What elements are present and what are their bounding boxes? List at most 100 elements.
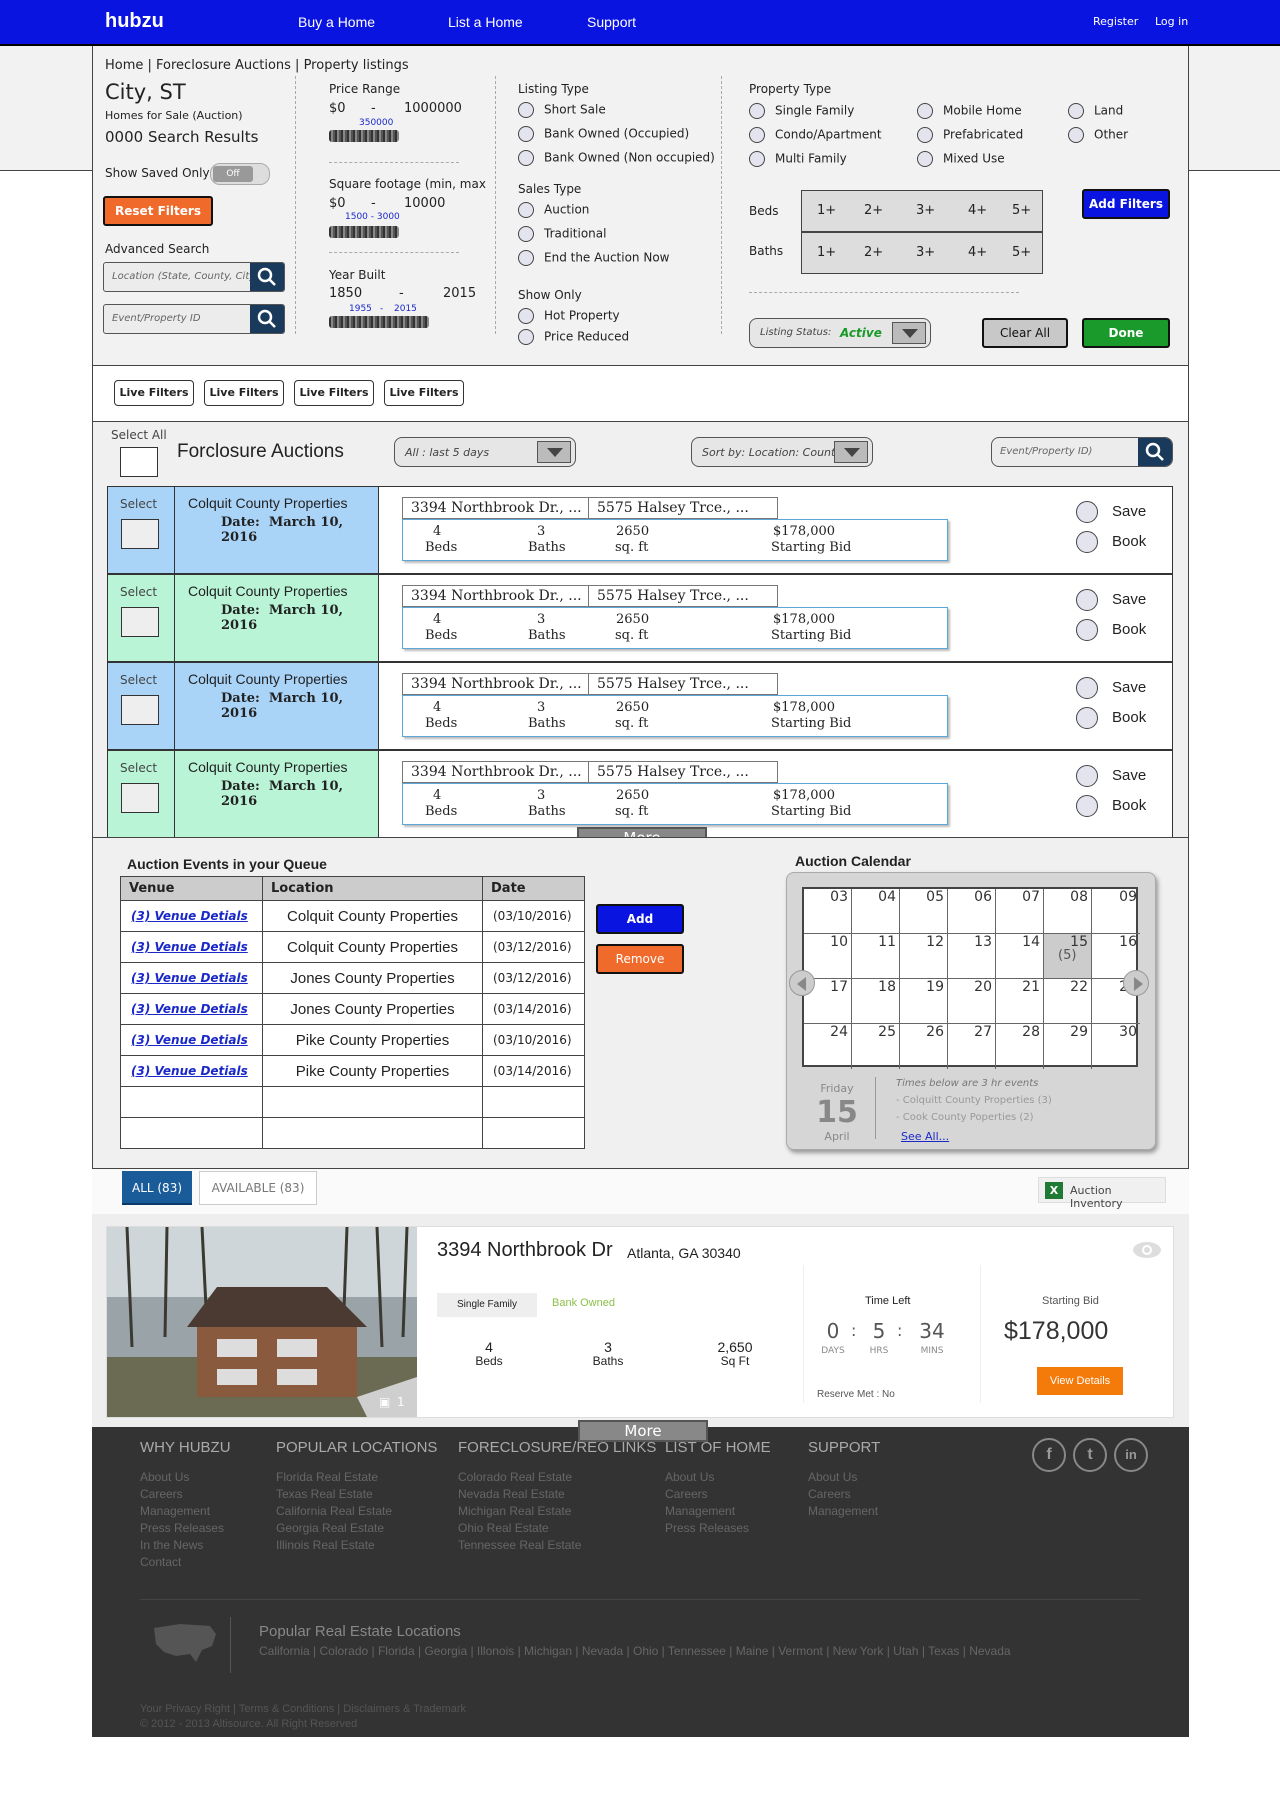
footer-link[interactable]: About Us [665,1469,749,1486]
select-all-checkbox[interactable] [120,447,158,477]
checkbox[interactable] [518,102,534,118]
book-checkbox[interactable] [1076,531,1098,553]
footer-link[interactable]: Ohio Real Estate [458,1520,581,1537]
calendar-day[interactable]: 22 [1044,979,1092,1024]
calendar-next-icon[interactable] [1123,970,1149,996]
save-option[interactable]: Save [1076,677,1146,699]
sqft-slider[interactable] [329,226,399,238]
save-checkbox[interactable] [1076,677,1098,699]
event-id-search[interactable]: Event/Property ID [103,304,285,334]
row-checkbox[interactable] [121,519,159,549]
address-bar[interactable]: 3394 Northbrook Dr., ... 5575 Halsey Trc… [402,497,778,519]
year-slider[interactable] [329,316,429,328]
footer-link[interactable]: About Us [808,1469,878,1486]
calendar-day[interactable]: 27 [948,1024,996,1069]
county-name[interactable]: Colquit County Properties [188,759,348,775]
calendar-day[interactable]: 29 [1044,1024,1092,1069]
address-2[interactable]: 5575 Halsey Trce., ... [588,497,749,519]
table-row[interactable]: (3) Venue Detials Jones County Propertie… [120,962,585,994]
save-option[interactable]: Save [1076,501,1146,523]
checkbox[interactable] [518,329,534,345]
address-bar[interactable]: 3394 Northbrook Dr., ... 5575 Halsey Trc… [402,673,778,695]
search-icon[interactable] [250,263,284,291]
chevron-down-icon[interactable] [537,441,571,463]
ptype-single-family[interactable]: Single Family [749,103,854,119]
property-card[interactable]: ▣ 1 3394 Northbrook Dr Atlanta, GA 30340… [106,1226,1174,1418]
live-filter-button[interactable]: Live Filters [204,380,284,406]
checkbox[interactable] [917,151,933,167]
linkedin-icon[interactable]: in [1114,1438,1148,1472]
footer-link[interactable]: Press Releases [665,1520,749,1537]
listing-type-short-sale[interactable]: Short Sale [518,102,606,118]
property-photo[interactable]: ▣ 1 [107,1227,417,1417]
table-row[interactable]: (3) Venue Detials Pike County Properties… [120,1055,585,1087]
calendar-day[interactable]: 24 [804,1024,852,1069]
show-saved-toggle[interactable]: Off [210,163,270,185]
footer-link[interactable]: California Real Estate [276,1503,392,1520]
listing-status-select[interactable]: Listing Status: Active [749,318,931,348]
footer-link[interactable]: In the News [140,1537,224,1554]
calendar-day[interactable]: 03 [804,889,852,934]
address-1[interactable]: 3394 Northbrook Dr., ... [411,676,582,692]
save-checkbox[interactable] [1076,589,1098,611]
price-slider[interactable] [329,130,399,142]
calendar-day[interactable]: 30 [1092,1024,1140,1069]
listing-search[interactable]: Event/Property ID) [991,437,1173,467]
venue-details-link[interactable]: (3) Venue Detials [120,993,263,1025]
venue-details-link[interactable]: (3) Venue Detials [120,962,263,994]
footer-link[interactable]: Michigan Real Estate [458,1503,581,1520]
checkbox[interactable] [917,103,933,119]
ptype-multi-family[interactable]: Multi Family [749,151,847,167]
register-link[interactable]: Register [1093,15,1138,28]
footer-link[interactable]: Press Releases [140,1520,224,1537]
reset-filters-button[interactable]: Reset Filters [103,196,213,226]
table-row[interactable] [120,1086,585,1118]
footer-link[interactable]: Illinois Real Estate [276,1537,392,1554]
more-button[interactable]: More [578,1420,708,1442]
footer-link[interactable]: Careers [140,1486,224,1503]
checkbox[interactable] [749,127,765,143]
facebook-icon[interactable]: f [1032,1438,1066,1472]
save-option[interactable]: Save [1076,589,1146,611]
checkbox[interactable] [749,151,765,167]
calendar-day[interactable]: 14 [996,934,1044,979]
address-bar[interactable]: 3394 Northbrook Dr., ... 5575 Halsey Trc… [402,761,778,783]
calendar-day[interactable]: 20 [948,979,996,1024]
row-checkbox[interactable] [121,607,159,637]
save-option[interactable]: Save [1076,765,1146,787]
address-2[interactable]: 5575 Halsey Trce., ... [588,761,749,783]
checkbox[interactable] [518,126,534,142]
address-1[interactable]: 3394 Northbrook Dr., ... [411,588,582,604]
listing-type-bank-occupied[interactable]: Bank Owned (Occupied) [518,126,689,142]
county-name[interactable]: Colquit County Properties [188,671,348,687]
table-row[interactable]: (3) Venue Detials Colquit County Propert… [120,900,585,932]
login-link[interactable]: Log in [1155,15,1188,28]
footer-link[interactable]: Florida Real Estate [276,1469,392,1486]
popular-states[interactable]: California | Colorado | Florida | Georgi… [259,1644,1011,1658]
tab-available[interactable]: AVAILABLE (83) [199,1171,317,1205]
book-option[interactable]: Book [1076,619,1146,641]
table-row[interactable] [120,1117,585,1149]
calendar-day[interactable]: 05 [900,889,948,934]
table-row[interactable]: (3) Venue Detials Pike County Properties… [120,1024,585,1056]
venue-details-link[interactable]: (3) Venue Detials [120,1024,263,1056]
breadcrumb[interactable]: Home | Foreclosure Auctions | Property l… [105,58,409,73]
address-1[interactable]: 3394 Northbrook Dr., ... [411,500,582,516]
county-name[interactable]: Colquit County Properties [188,583,348,599]
add-filters-button[interactable]: Add Filters [1082,189,1170,219]
baths-option[interactable]: 5+ [1012,245,1031,260]
ptype-condo[interactable]: Condo/Apartment [749,127,882,143]
show-only-hot[interactable]: Hot Property [518,308,620,324]
ptype-mobile-home[interactable]: Mobile Home [917,103,1022,119]
calendar-day[interactable]: 15 (5) [1044,934,1092,979]
venue-details-link[interactable]: (3) Venue Detials [120,931,263,963]
logo[interactable]: hubzu [105,10,164,33]
ptype-land[interactable]: Land [1068,103,1123,119]
add-button[interactable]: Add [596,904,684,934]
calendar-day[interactable]: 28 [996,1024,1044,1069]
period-select[interactable]: All : last 5 days [394,437,576,467]
calendar-day[interactable]: 25 [852,1024,900,1069]
checkbox[interactable] [518,226,534,242]
calendar-day[interactable]: 18 [852,979,900,1024]
row-checkbox[interactable] [121,783,159,813]
